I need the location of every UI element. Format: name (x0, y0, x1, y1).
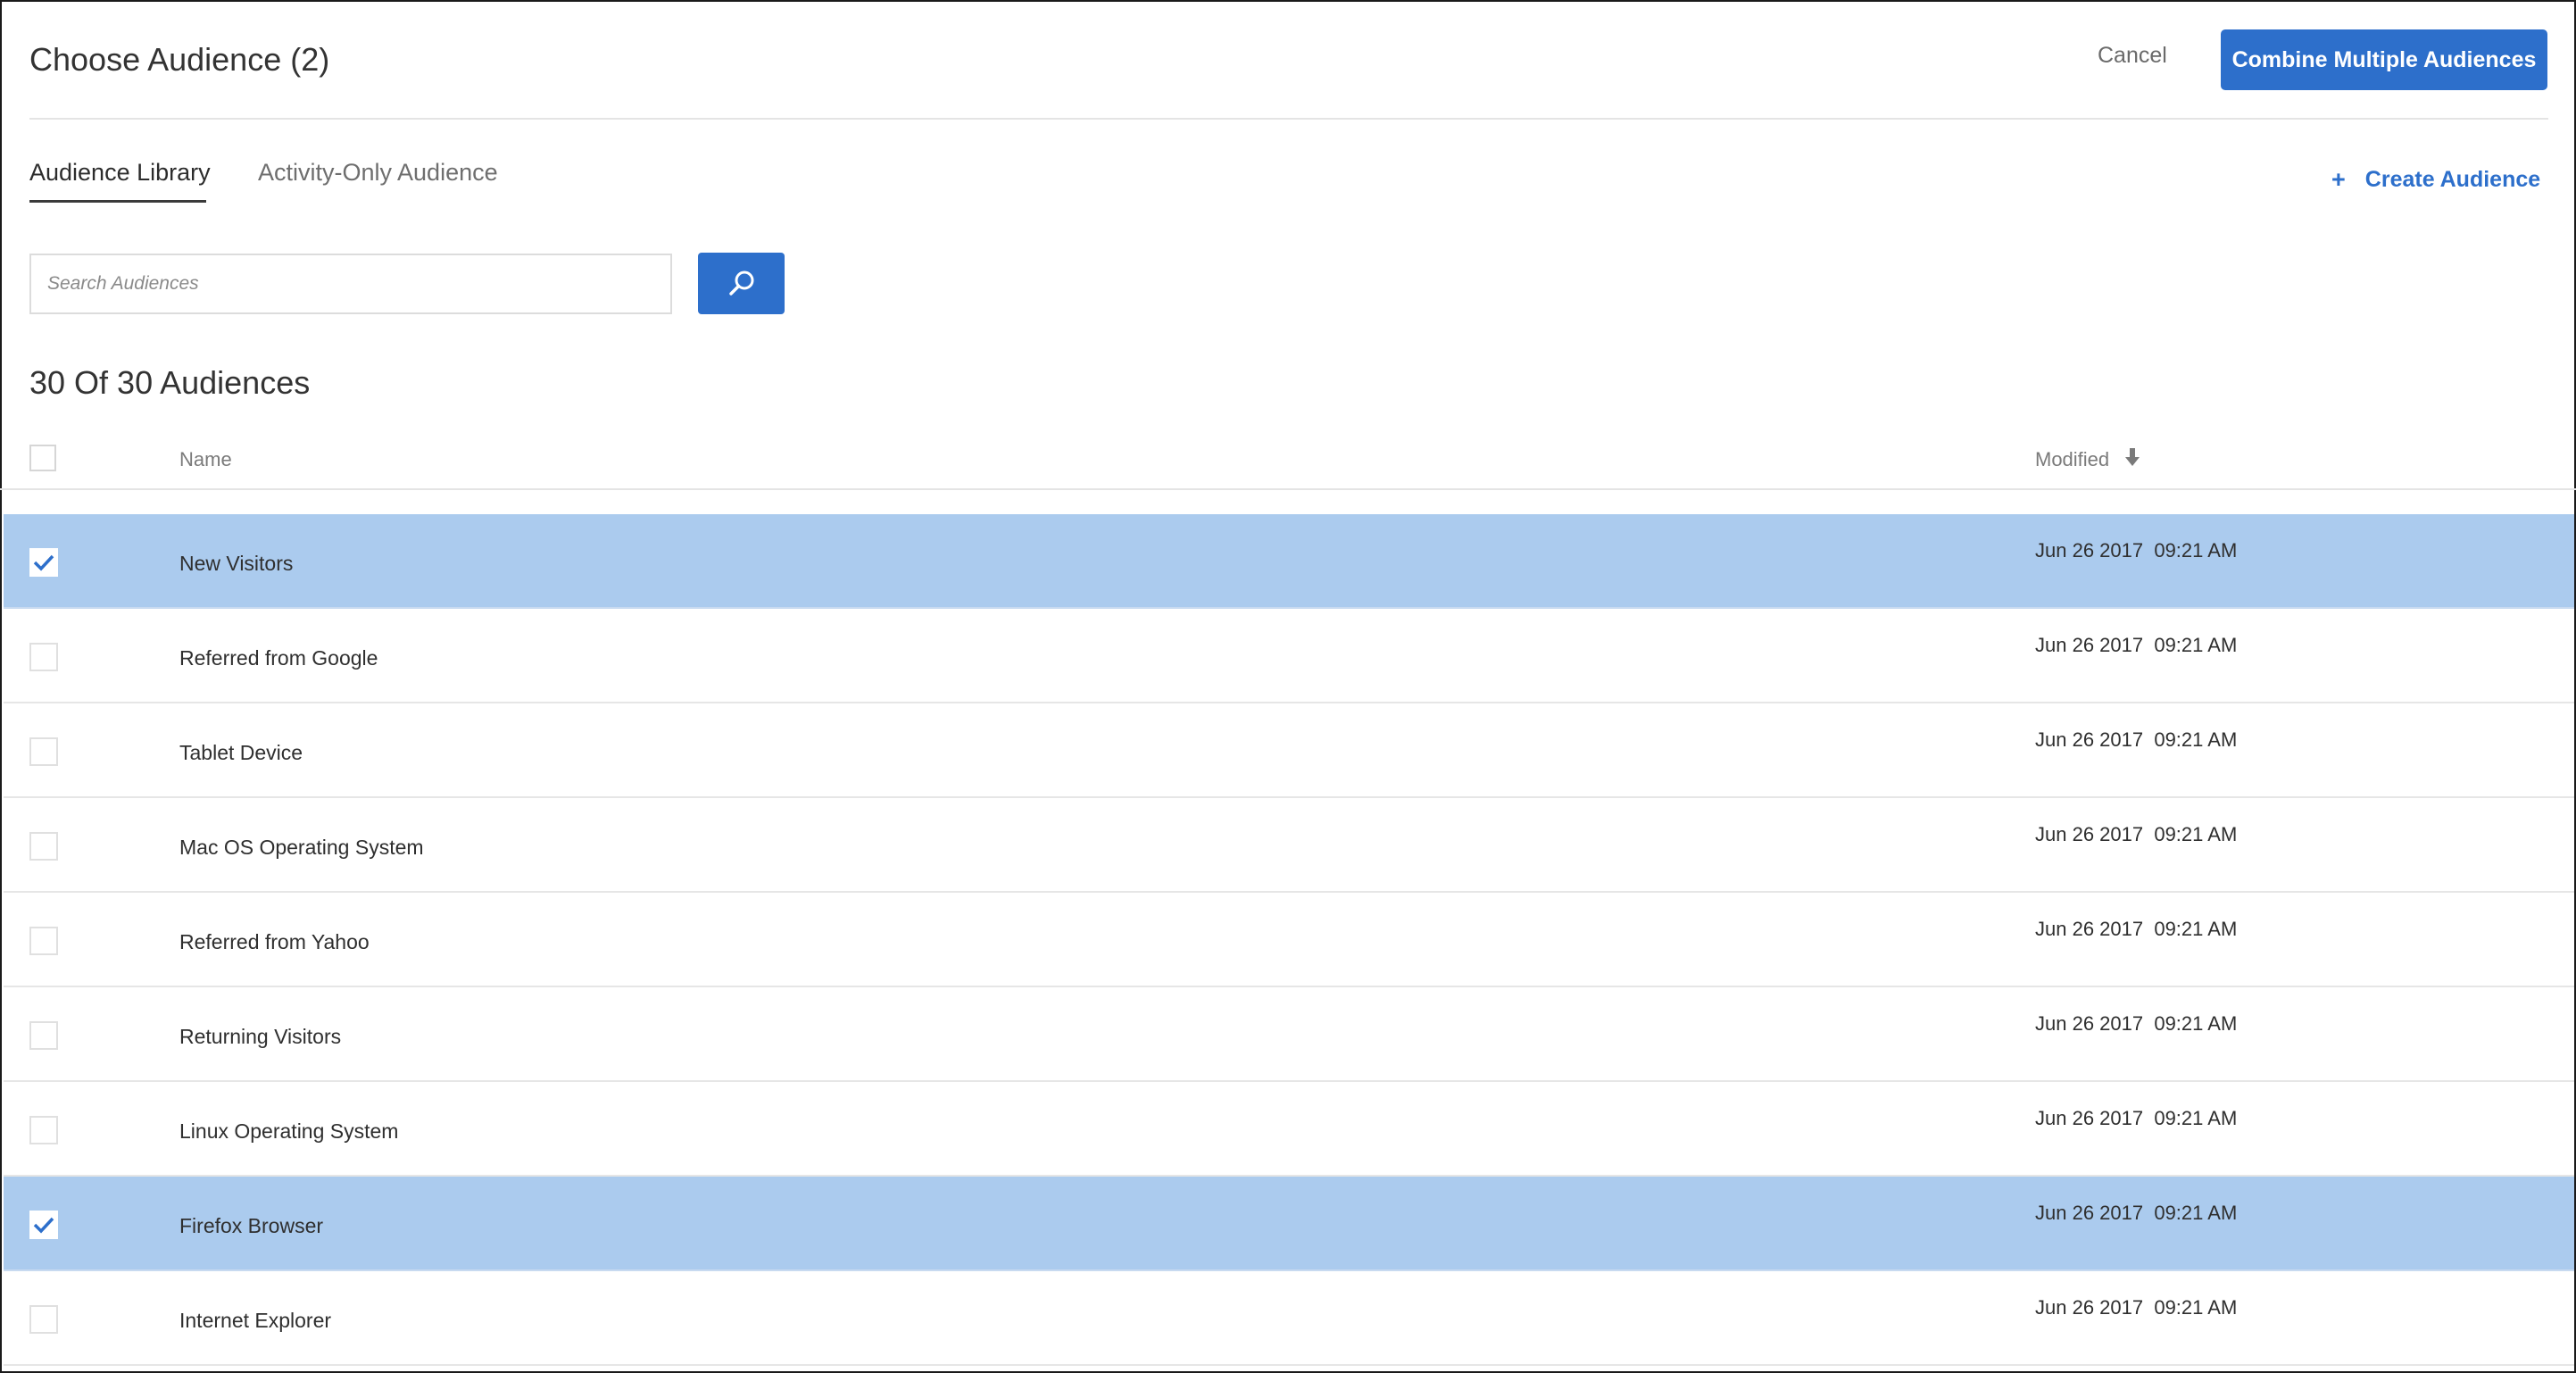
row-modified-date: Jun 26 2017 09:21 AM (2035, 1296, 2238, 1319)
row-modified-date: Jun 26 2017 09:21 AM (2035, 728, 2238, 751)
row-checkbox[interactable] (29, 643, 58, 671)
search-placeholder: Search Audiences (47, 273, 199, 294)
cancel-button[interactable]: Cancel (2098, 43, 2167, 69)
table-row[interactable]: Referred from Google Jun 26 2017 09:21 AM (4, 609, 2574, 703)
row-checkbox[interactable] (29, 832, 58, 861)
row-name: Mac OS Operating System (179, 836, 424, 859)
create-audience-link[interactable]: + Create Audience (2331, 166, 2540, 194)
row-name: Internet Explorer (179, 1309, 332, 1332)
row-modified-date: Jun 26 2017 09:21 AM (2035, 539, 2238, 562)
row-name: Referred from Yahoo (179, 930, 370, 953)
table-row[interactable]: Mac OS Operating System Jun 26 2017 09:21… (4, 798, 2574, 893)
row-modified-date: Jun 26 2017 09:21 AM (2035, 1202, 2238, 1224)
row-modified-date: Jun 26 2017 09:21 AM (2035, 1012, 2238, 1035)
row-checkbox[interactable] (29, 1116, 58, 1144)
tab-audience-library[interactable]: Audience Library (29, 159, 211, 187)
row-checkbox[interactable] (29, 1211, 58, 1239)
checkmark-icon (33, 1217, 54, 1234)
row-name: Firefox Browser (179, 1214, 324, 1237)
combine-multiple-audiences-button[interactable]: Combine Multiple Audiences (2221, 29, 2547, 90)
active-tab-indicator (29, 200, 206, 203)
audience-count: 30 Of 30 Audiences (29, 364, 311, 401)
row-modified-date: Jun 26 2017 09:21 AM (2035, 634, 2238, 656)
row-name: Returning Visitors (179, 1025, 342, 1048)
select-all-checkbox[interactable] (29, 445, 56, 471)
table-row[interactable]: Linux Operating System Jun 26 2017 09:21 … (4, 1082, 2574, 1177)
row-checkbox[interactable] (29, 1021, 58, 1050)
table-row[interactable]: Referred from Yahoo Jun 26 2017 09:21 AM (4, 893, 2574, 987)
row-name: Tablet Device (179, 741, 303, 764)
row-modified-date: Jun 26 2017 09:21 AM (2035, 1107, 2238, 1129)
row-modified-date: Jun 26 2017 09:21 AM (2035, 918, 2238, 940)
create-audience-label: Create Audience (2364, 167, 2541, 192)
row-checkbox[interactable] (29, 737, 58, 766)
row-checkbox[interactable] (29, 927, 58, 955)
plus-icon: + (2331, 166, 2346, 193)
column-header-modified-label: Modified (2035, 448, 2110, 470)
row-checkbox[interactable] (29, 548, 58, 577)
arrow-down-icon[interactable] (2125, 448, 2140, 471)
audience-table-body: New Visitors Jun 26 2017 09:21 AM Referred… (4, 514, 2574, 1366)
search-button[interactable] (698, 253, 785, 314)
row-name: Linux Operating System (179, 1119, 399, 1143)
row-name: New Visitors (179, 552, 294, 575)
table-row[interactable]: Internet Explorer Jun 26 2017 09:21 AM (4, 1271, 2574, 1366)
table-row[interactable]: Returning Visitors Jun 26 2017 09:21 AM (4, 987, 2574, 1082)
column-header-modified[interactable]: Modified (2035, 448, 2140, 471)
table-row[interactable]: New Visitors Jun 26 2017 09:21 AM (4, 514, 2574, 609)
row-checkbox[interactable] (29, 1305, 58, 1334)
column-header-name[interactable]: Name (179, 448, 232, 471)
table-row[interactable]: Tablet Device Jun 26 2017 09:21 AM (4, 703, 2574, 798)
table-row[interactable]: Firefox Browser Jun 26 2017 09:21 AM (4, 1177, 2574, 1271)
search-input[interactable]: Search Audiences (29, 254, 672, 314)
dialog-title: Choose Audience (2) (29, 41, 330, 78)
row-modified-date: Jun 26 2017 09:21 AM (2035, 823, 2238, 845)
checkmark-icon (33, 554, 54, 571)
table-header-divider (0, 488, 2576, 490)
search-icon (728, 270, 753, 295)
tab-activity-only-audience[interactable]: Activity-Only Audience (258, 159, 498, 187)
row-name: Referred from Google (179, 646, 378, 670)
header-divider (29, 118, 2548, 120)
